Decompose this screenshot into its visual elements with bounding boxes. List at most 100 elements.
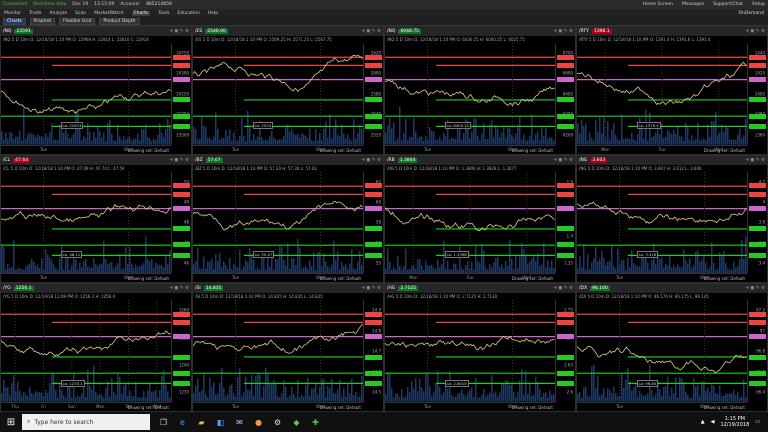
panel-controls-icon[interactable]: ▾ ▣ ✎ ⚙ [362, 29, 381, 34]
support-chat-link[interactable]: Support/Chat [713, 2, 743, 7]
panel-controls-icon[interactable]: ▾ ▣ ✎ ⚙ [746, 29, 765, 34]
price-axis[interactable]: 5049484746 [171, 171, 191, 274]
chart-panel[interactable]: /NG 3.603 ▾ ▣ ✎ ⚙ /NG 5 D 10m D: 12/18/18 1… [576, 154, 768, 284]
price-axis[interactable]: 2.752.72.652.6 [555, 300, 575, 402]
panel-controls-icon[interactable]: ▾ ▣ ✎ ⚙ [170, 286, 189, 291]
panel-controls-icon[interactable]: ▾ ▣ ✎ ⚙ [746, 158, 765, 163]
menu-monitor[interactable]: Monitor [4, 11, 21, 16]
symbol-selector[interactable]: /ES [195, 29, 202, 34]
panel-controls-icon[interactable]: ▾ ▣ ✎ ⚙ [170, 29, 189, 34]
price-axis[interactable]: 14.914.814.714.614.5 [363, 300, 383, 402]
home-screen-link[interactable]: Home Screen [643, 2, 673, 7]
chrome-icon[interactable]: ● [251, 415, 266, 430]
chart-panel[interactable]: /DX 96.100 ▾ ▣ ✎ ⚙ /DX 5 D 10m D: 12/18/18 … [576, 283, 768, 412]
file-explorer-icon[interactable]: ▰ [194, 415, 209, 430]
price-plot[interactable]: Lo: 3.516 [577, 171, 747, 274]
panel-controls-icon[interactable]: ▾ ▣ ✎ ⚙ [746, 286, 765, 291]
panel-controls-icon[interactable]: ▾ ▣ ✎ ⚙ [170, 158, 189, 163]
thinkorswim-icon[interactable]: ✚ [308, 415, 323, 430]
settings-icon[interactable]: ⚙ [270, 415, 285, 430]
price-axis[interactable]: 1260125012401230 [171, 300, 191, 402]
app-icon[interactable]: ◆ [289, 415, 304, 430]
price-plot[interactable]: Lo: 55.47 [193, 171, 363, 274]
drawing-set-label[interactable]: Drawing set: Default [320, 148, 361, 153]
menu-charts[interactable]: Charts [131, 10, 151, 16]
drawing-set-label[interactable]: Drawing set: Default [512, 148, 553, 153]
price-axis[interactable]: 1.51.451.41.35 [555, 171, 575, 274]
price-plot[interactable]: Lo: 21874 [1, 43, 171, 145]
drawing-set-label[interactable]: Drawing set: Default [128, 148, 169, 153]
volume-icon[interactable]: ◀ [711, 419, 715, 425]
tab-flexible-grid[interactable]: Flexible Grid [59, 17, 96, 25]
chart-panel[interactable]: /NQ 23591 ▾ ▣ ✎ ⚙ /NQ 5 D 10m D: 12/18/18 1… [0, 26, 192, 155]
chart-panel[interactable]: /SI 14.835 ▾ ▣ ✎ ⚙ /SI 5 D 10m D: 12/18/18 … [192, 283, 384, 412]
tab-product-depth[interactable]: Product Depth [99, 17, 140, 25]
price-axis[interactable]: 2475024500242502375023500 [171, 43, 191, 145]
price-plot[interactable]: Lo: 6403.25 [385, 43, 555, 145]
chart-panel[interactable]: /CL 47.64 ▾ ▣ ✎ ⚙ /CL 5 D 10m D: 12/18/18 1… [0, 154, 192, 284]
task-view-icon[interactable]: ❐ [156, 415, 171, 430]
menu-help[interactable]: Help [208, 11, 218, 16]
price-plot[interactable]: Lo: 1379.4 [577, 43, 747, 145]
panel-controls-icon[interactable]: ▾ ▣ ✎ ⚙ [362, 286, 381, 291]
chart-panel[interactable]: /NQ 6048.75 ▾ ▣ ✎ ⚙ /NQ 5 D 10m D: 12/18/18… [384, 26, 576, 155]
menu-marketwatch[interactable]: MarketWatch [94, 11, 123, 16]
drawing-set-label[interactable]: Drawing set: Default [128, 405, 169, 410]
menu-analyze[interactable]: Analyze [49, 11, 67, 16]
taskbar-search[interactable]: ⌕ Type here to search [22, 414, 150, 430]
symbol-selector[interactable]: /BZ [195, 158, 203, 163]
ondemand-button[interactable]: OnDemand [739, 11, 764, 16]
notifications-icon[interactable]: ▭ [755, 419, 760, 425]
price-axis[interactable]: 14401420140013801360 [747, 43, 767, 145]
symbol-selector[interactable]: /YG [3, 286, 11, 291]
tab-charts[interactable]: Charts [3, 17, 26, 25]
taskbar-clock[interactable]: 1:15 PM 12/19/2018 [720, 416, 749, 428]
chart-panel[interactable]: /RTY 1398.1 ▾ ▣ ✎ ⚙ /RTY 5 D 10m D: 12/18/1… [576, 26, 768, 155]
symbol-selector[interactable]: /RTY [579, 29, 589, 34]
network-icon[interactable]: ▲ [701, 419, 705, 425]
drawing-set-label[interactable]: Drawing set: Default [704, 405, 745, 410]
chart-panel[interactable]: /ES 2540.00 ▾ ▣ ✎ ⚙ /ES 5 D 10m D: 12/18/18… [192, 26, 384, 155]
chart-panel[interactable]: /RB 1.3844 ▾ ▣ ✎ ⚙ /RB 5 D 10m D: 12/18/18 … [384, 154, 576, 284]
symbol-selector[interactable]: /CL [3, 158, 10, 163]
panel-controls-icon[interactable]: ▾ ▣ ✎ ⚙ [554, 286, 573, 291]
price-plot[interactable]: Lo: 1233.1 [1, 300, 171, 402]
menu-tools[interactable]: Tools [158, 11, 169, 16]
start-button[interactable]: ⊞ [0, 412, 22, 432]
price-plot[interactable] [193, 300, 363, 402]
symbol-selector[interactable]: /RB [387, 158, 395, 163]
symbol-selector[interactable]: /SI [195, 286, 201, 291]
symbol-selector[interactable]: /NQ [387, 29, 395, 34]
symbol-selector[interactable]: /DX [579, 286, 587, 291]
menu-scan[interactable]: Scan [75, 11, 86, 16]
chart-panel[interactable]: /YG 1256.1 ▾ ▣ ✎ ⚙ /YG 5 D 10m D: 12/19/18 … [0, 283, 192, 412]
price-axis[interactable]: 97.29796.896.696.4 [747, 300, 767, 402]
panel-controls-icon[interactable]: ▾ ▣ ✎ ⚙ [362, 158, 381, 163]
price-axis[interactable]: 67006600640063006200 [555, 43, 575, 145]
drawing-set-label[interactable]: Drawing set: Default [704, 276, 745, 281]
symbol-selector[interactable]: /HG [387, 286, 395, 291]
edge-icon[interactable]: e [175, 415, 190, 430]
price-plot[interactable]: Lo: 96.85 [577, 300, 747, 402]
menu-education[interactable]: Education [177, 11, 199, 16]
panel-controls-icon[interactable]: ▾ ▣ ✎ ⚙ [554, 29, 573, 34]
menu-trade[interactable]: Trade [29, 11, 41, 16]
drawing-set-label[interactable]: Drawing set: Default [512, 276, 553, 281]
symbol-selector[interactable]: /NG [579, 158, 587, 163]
symbol-selector[interactable]: /NQ [3, 29, 11, 34]
store-icon[interactable]: ◧ [213, 415, 228, 430]
price-axis[interactable]: 26202600258025402520 [363, 43, 383, 145]
price-axis[interactable]: 4.243.83.63.4 [747, 171, 767, 274]
tab-prophet[interactable]: Prophet [29, 17, 56, 25]
price-plot[interactable]: Lo: 2.6515 [385, 300, 555, 402]
setup-link[interactable]: Setup [752, 2, 765, 7]
panel-controls-icon[interactable]: ▾ ▣ ✎ ⚙ [554, 158, 573, 163]
price-plot[interactable]: Lo: 1.3398 [385, 171, 555, 274]
drawing-set-label[interactable]: Drawing set: Default [320, 405, 361, 410]
chart-panel[interactable]: /HG 2.7125 ▾ ▣ ✎ ⚙ /HG 5 D 10m D: 12/18/18 … [384, 283, 576, 412]
drawing-set-label[interactable]: Drawing set: Default [320, 276, 361, 281]
messages-link[interactable]: Messages [682, 2, 704, 7]
price-plot[interactable]: Lo: 2524 [193, 43, 363, 145]
drawing-set-label[interactable]: Drawing set: Default [512, 405, 553, 410]
account-number[interactable]: 865214659 [146, 2, 172, 7]
